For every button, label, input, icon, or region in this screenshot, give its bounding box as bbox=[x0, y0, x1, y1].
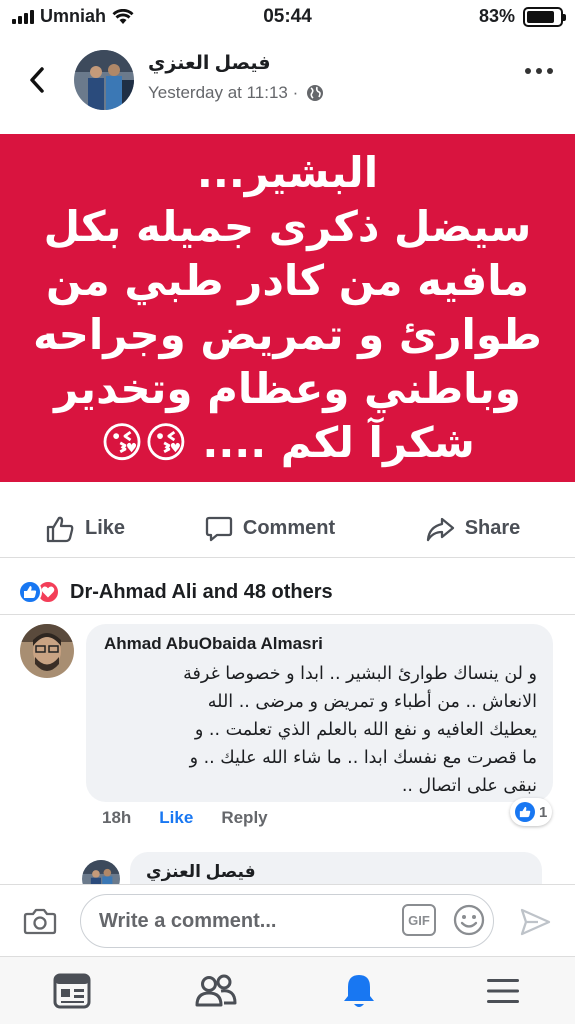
post-image-line: سيضل ذكرى جميله بكل bbox=[43, 202, 532, 251]
globe-icon bbox=[307, 85, 324, 101]
nav-menu[interactable] bbox=[431, 957, 575, 1024]
like-icon bbox=[18, 580, 42, 604]
news-feed-icon bbox=[53, 973, 91, 1008]
smiley-icon bbox=[453, 904, 485, 936]
post-image-line: طوارئ و تمريض وجراحه bbox=[33, 310, 542, 359]
comment-line: الانعاش .. من أطباء و تمريض و مرضى .. ال… bbox=[207, 692, 537, 712]
menu-icon bbox=[487, 978, 520, 1003]
post-header: فيصل العنزي Yesterday at 11:13 · bbox=[0, 40, 575, 120]
reply-author[interactable]: فيصل العنزي bbox=[146, 862, 526, 882]
friends-icon bbox=[195, 974, 237, 1006]
comment-reaction-count: 1 bbox=[539, 803, 548, 821]
emoji-button[interactable] bbox=[452, 903, 486, 937]
thumbs-up-icon bbox=[46, 516, 74, 542]
comment-meta: 18h Like Reply bbox=[102, 808, 268, 828]
send-button[interactable] bbox=[518, 905, 552, 939]
gif-button[interactable]: GIF bbox=[402, 904, 436, 936]
battery-percent: 83% bbox=[478, 6, 515, 26]
comment-reply-button[interactable]: Reply bbox=[221, 808, 267, 828]
post-image-line: مافيه من كادر طبي من bbox=[45, 256, 530, 305]
commenter-avatar[interactable] bbox=[20, 624, 74, 678]
post-actions: Like Comment Share bbox=[0, 500, 575, 558]
like-label: Like bbox=[84, 517, 126, 539]
comment-composer: Write a comment... GIF bbox=[0, 884, 575, 956]
camera-button[interactable] bbox=[22, 903, 58, 939]
post-image[interactable]: البشير... سيضل ذكرى جميله بكل مافيه من كاد… bbox=[0, 134, 575, 482]
nav-notifications[interactable] bbox=[288, 957, 432, 1024]
chevron-left-icon bbox=[30, 67, 44, 93]
comment-text: و لن ينساك طوارئ البشير .. ابدا و خصوصا … bbox=[102, 660, 537, 800]
post-timestamp[interactable]: Yesterday at 11:13 · bbox=[148, 83, 298, 103]
post-image-line: شكرآ لكم .... 😘😘 bbox=[100, 418, 475, 467]
notifications-icon bbox=[344, 974, 375, 1007]
share-button[interactable]: Share bbox=[370, 500, 575, 557]
battery-icon bbox=[523, 6, 566, 27]
camera-icon bbox=[23, 908, 57, 935]
comment-button[interactable]: Comment bbox=[170, 500, 370, 557]
comment-label: Comment bbox=[242, 517, 336, 539]
avatar-photo bbox=[74, 50, 134, 110]
comment-like-button[interactable]: Like bbox=[159, 808, 193, 828]
share-icon bbox=[426, 517, 454, 541]
status-bar: Umniah 05:44 83% bbox=[0, 0, 575, 36]
like-icon bbox=[515, 802, 535, 822]
comment-input-placeholder: Write a comment... bbox=[99, 909, 277, 932]
post-image-line: البشير... bbox=[196, 148, 379, 197]
post-image-line: وباطني وعظام وتخدير bbox=[54, 364, 521, 413]
back-button[interactable] bbox=[22, 62, 52, 98]
comment-line: يعطيك العافيه و نفع الله بالعلم الذي تعل… bbox=[194, 720, 537, 740]
reaction-summary-text: Dr-Ahmad Ali and 48 others bbox=[70, 580, 333, 603]
comment-line: ما قصرت مع نفسك ابدا .. ما شاء الله عليك… bbox=[189, 748, 537, 768]
post-meta: Yesterday at 11:13 · bbox=[148, 83, 324, 103]
comment-author[interactable]: Ahmad AbuObaida Almasri bbox=[104, 634, 537, 654]
comment-icon bbox=[205, 516, 233, 541]
comment-time: 18h bbox=[102, 808, 132, 827]
post-author-name[interactable]: فيصل العنزي bbox=[148, 52, 271, 75]
bottom-navigation bbox=[0, 956, 575, 1024]
reaction-summary[interactable]: Dr-Ahmad Ali and 48 others bbox=[18, 570, 333, 614]
send-icon bbox=[520, 908, 551, 936]
battery-fill bbox=[527, 10, 554, 23]
avatar-photo bbox=[20, 624, 74, 678]
author-avatar[interactable] bbox=[74, 50, 134, 110]
more-options-button[interactable] bbox=[525, 68, 553, 74]
like-button[interactable]: Like bbox=[0, 500, 170, 557]
reaction-icons bbox=[18, 580, 60, 604]
comment-bubble[interactable]: Ahmad AbuObaida Almasri و لن ينساك طوارئ… bbox=[86, 624, 553, 802]
nav-friends[interactable] bbox=[144, 957, 288, 1024]
nav-news-feed[interactable] bbox=[0, 957, 144, 1024]
divider bbox=[0, 614, 575, 615]
status-right: 83% bbox=[478, 6, 566, 27]
comment-reaction-badge[interactable]: 1 bbox=[510, 798, 553, 826]
comment-line: و لن ينساك طوارئ البشير .. ابدا و خصوصا … bbox=[183, 664, 537, 684]
comment-line: نبقى على اتصال .. bbox=[401, 776, 537, 796]
share-label: Share bbox=[464, 517, 521, 539]
